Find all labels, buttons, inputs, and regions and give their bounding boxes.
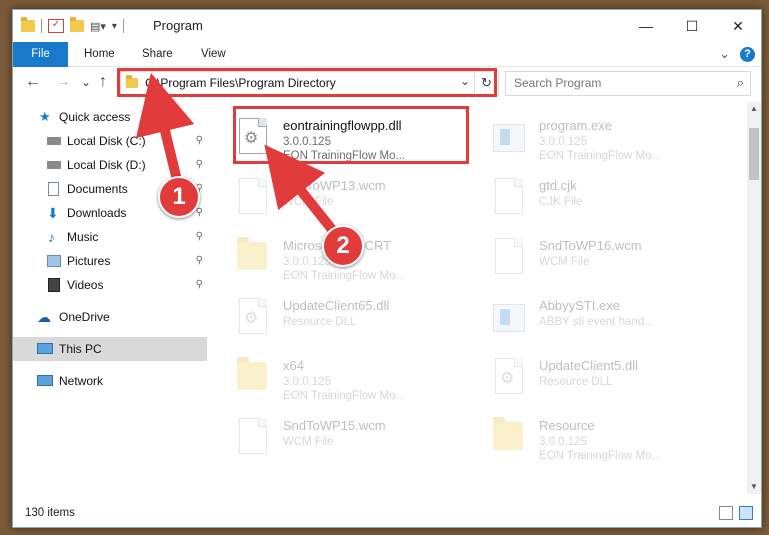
annotation-arrows <box>135 72 339 237</box>
step-2-badge: 2 <box>322 225 364 267</box>
arrow-to-dll-file <box>264 144 339 237</box>
step-1-badge: 1 <box>158 176 200 218</box>
arrow-to-address-bar <box>135 72 195 181</box>
